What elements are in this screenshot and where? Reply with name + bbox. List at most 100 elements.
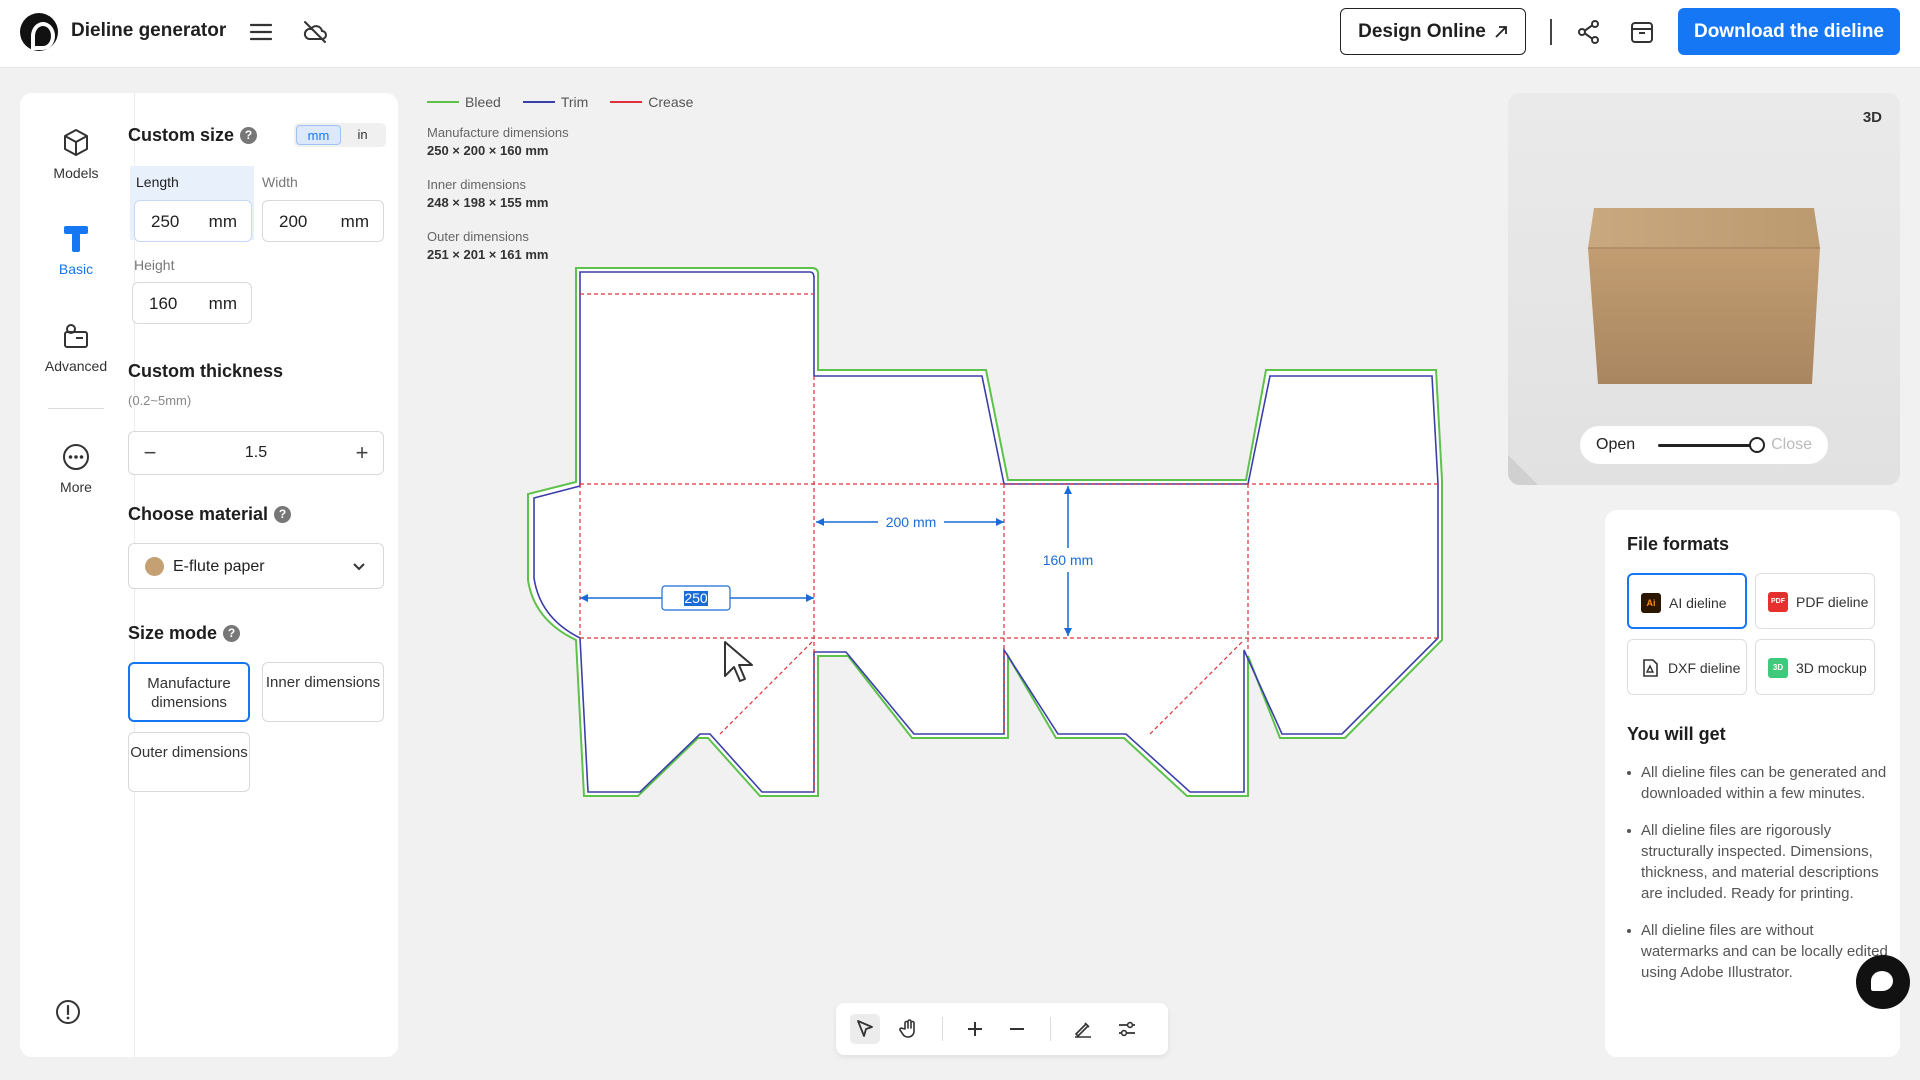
format-ai-label: AI dieline <box>1669 595 1727 611</box>
thickness-stepper: − 1.5 + <box>128 431 384 475</box>
toolbar-divider <box>1050 1017 1051 1041</box>
unit-mm-option[interactable]: mm <box>296 125 341 145</box>
rail-item-advanced[interactable]: Advanced <box>20 320 132 374</box>
3d-view-icon[interactable]: 3D <box>1863 109 1882 126</box>
zoom-out-button[interactable] <box>1002 1014 1032 1044</box>
chat-support-button[interactable] <box>1856 955 1910 1009</box>
legend-trim-swatch <box>522 101 555 103</box>
dimensions-summary: Manufacture dimensions 250 × 200 × 160 m… <box>427 124 569 280</box>
custom-thickness-title: Custom thickness <box>128 361 284 381</box>
material-select[interactable]: E-flute paper <box>128 543 384 589</box>
design-online-label: Design Online <box>1358 20 1486 42</box>
cloud-off-icon[interactable] <box>301 18 329 46</box>
format-3d-mockup-label: 3D mockup <box>1796 660 1867 676</box>
inner-dimensions-label: Inner dimensions <box>427 177 526 192</box>
canvas-toolbar <box>836 1003 1168 1055</box>
unit-in-option[interactable]: in <box>341 125 384 145</box>
pointer-icon <box>857 1020 873 1037</box>
hand-icon <box>899 1019 915 1038</box>
app-logo[interactable] <box>20 13 58 51</box>
length-field[interactable]: 250 mm <box>134 200 252 242</box>
height-field[interactable]: 160 mm <box>132 282 252 324</box>
sliders-icon <box>1119 1021 1135 1037</box>
size-mode-manufacture-button[interactable]: Manufacture dimensions <box>128 662 250 722</box>
rail-label-basic: Basic <box>58 261 94 277</box>
left-panel: Models Basic Advanced More Custom size? … <box>20 93 398 1057</box>
manufacture-dimensions-label: Manufacture dimensions <box>427 125 569 140</box>
adjust-tool-button[interactable] <box>1112 1014 1142 1044</box>
list-item: All dieline files are rigorously structu… <box>1627 820 1889 904</box>
dieline-legend: Bleed Trim Crease <box>427 94 693 110</box>
minus-icon <box>1010 1028 1024 1030</box>
width-dim-label: 200 mm <box>886 514 937 530</box>
mouse-cursor-icon <box>724 641 753 682</box>
rail-item-models[interactable]: Models <box>20 127 132 181</box>
width-value: 200 <box>279 212 308 231</box>
ruler-t-icon <box>64 226 88 252</box>
material-value: E-flute paper <box>173 558 265 575</box>
3d-mockup-icon: 3D <box>1768 658 1788 678</box>
open-close-slider-track[interactable] <box>1658 444 1762 447</box>
choose-material-title: Choose material? <box>128 504 292 525</box>
thickness-range-note: (0.2~5mm) <box>128 393 192 408</box>
select-tool-button[interactable] <box>850 1014 880 1044</box>
size-mode-title: Size mode? <box>128 623 241 644</box>
size-mode-outer-button[interactable]: Outer dimensions <box>128 732 250 792</box>
archive-icon[interactable] <box>1628 18 1656 46</box>
thickness-decrement-button[interactable]: − <box>129 432 171 474</box>
format-dxf-label: DXF dieline <box>1668 660 1741 676</box>
file-formats-title: File formats <box>1627 534 1730 554</box>
rail-label-advanced: Advanced <box>44 358 108 374</box>
unit-toggle: mm in <box>294 123 386 147</box>
width-unit: mm <box>340 212 369 231</box>
benefits-list: All dieline files can be generated and d… <box>1627 762 1889 999</box>
top-bar: Dieline generator Design Online Download… <box>0 0 1920 68</box>
ai-file-icon: Ai <box>1641 593 1661 613</box>
hamburger-icon[interactable] <box>248 19 274 45</box>
format-ai-button[interactable]: Ai AI dieline <box>1627 573 1747 629</box>
inner-dimensions-value: 248 × 198 × 155 mm <box>427 195 549 210</box>
help-icon[interactable]: ? <box>274 506 292 523</box>
help-icon[interactable]: ? <box>240 127 258 144</box>
dxf-file-icon <box>1643 659 1658 677</box>
rail-item-more[interactable]: More <box>20 441 132 495</box>
list-item: All dieline files can be generated and d… <box>1627 762 1889 804</box>
rail-label-more: More <box>60 479 92 495</box>
share-icon[interactable] <box>1575 18 1603 46</box>
corner-fold-icon <box>1508 455 1538 485</box>
design-online-button[interactable]: Design Online <box>1340 8 1526 55</box>
bleed-outline <box>527 267 1443 797</box>
zoom-in-button[interactable] <box>960 1014 990 1044</box>
height-unit: mm <box>208 294 237 313</box>
format-pdf-button[interactable]: PDF PDF dieline <box>1755 573 1875 629</box>
format-dxf-button[interactable]: DXF dieline <box>1627 639 1747 695</box>
choose-material-label: Choose material <box>128 504 269 524</box>
height-label: Height <box>134 257 175 273</box>
draw-tool-button[interactable] <box>1068 1014 1098 1044</box>
gear-box-icon <box>64 324 88 348</box>
help-icon[interactable]: ? <box>223 625 241 642</box>
outer-dimensions-label: Outer dimensions <box>427 229 529 244</box>
rail-item-basic[interactable]: Basic <box>20 223 132 277</box>
cube-icon <box>64 129 88 156</box>
legend-crease-swatch <box>610 101 643 103</box>
pan-tool-button[interactable] <box>894 1014 924 1044</box>
3d-preview-panel[interactable]: 3D Open Close <box>1508 93 1900 485</box>
download-dieline-button[interactable]: Download the dieline <box>1678 8 1900 55</box>
length-dim-label: 250 <box>684 590 708 606</box>
open-close-control: Open Close <box>1580 426 1828 464</box>
list-item: All dieline files are without watermarks… <box>1627 920 1889 983</box>
custom-size-title: Custom size? <box>128 125 258 146</box>
size-mode-inner-button[interactable]: Inner dimensions <box>262 662 384 722</box>
plus-icon <box>968 1022 982 1036</box>
size-mode-label: Size mode <box>128 623 218 643</box>
width-field[interactable]: 200 mm <box>262 200 384 242</box>
info-circle-icon[interactable] <box>54 998 82 1026</box>
thickness-increment-button[interactable]: + <box>341 432 383 474</box>
dieline-canvas[interactable]: 250 200 mm 160 mm <box>520 258 1450 808</box>
open-close-slider-handle[interactable] <box>1748 437 1765 453</box>
more-circle-icon <box>63 444 89 470</box>
thickness-value[interactable]: 1.5 <box>171 444 341 462</box>
rail-divider <box>48 408 104 409</box>
format-3d-mockup-button[interactable]: 3D 3D mockup <box>1755 639 1875 695</box>
